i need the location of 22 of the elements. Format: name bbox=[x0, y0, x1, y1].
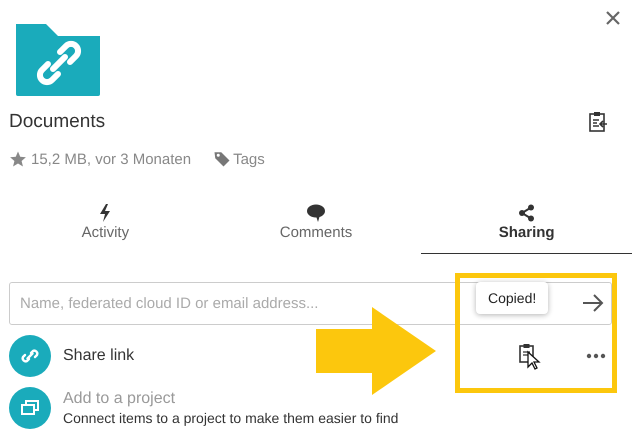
project-icon bbox=[9, 387, 51, 429]
tab[interactable]: Comments bbox=[210, 196, 422, 254]
tab[interactable]: Activity bbox=[0, 196, 211, 254]
clipboard-icon[interactable] bbox=[588, 111, 608, 133]
speech-bubble-icon bbox=[306, 204, 326, 222]
tag-icon[interactable] bbox=[213, 150, 232, 168]
link-icon bbox=[9, 335, 51, 377]
copied-tooltip: Copied! bbox=[476, 282, 548, 314]
close-icon[interactable] bbox=[606, 11, 620, 25]
file-meta: 15,2 MB, vor 3 Monaten bbox=[31, 150, 192, 168]
share-link-label: Share link bbox=[63, 347, 134, 365]
project-description: Connect items to a project to make them easier to find bbox=[63, 410, 398, 426]
share-icon bbox=[518, 204, 536, 222]
tab[interactable]: Sharing bbox=[421, 196, 632, 254]
folder-link-icon bbox=[14, 22, 102, 98]
clipboard-cursor-icon[interactable] bbox=[518, 342, 542, 370]
star-icon[interactable] bbox=[9, 150, 27, 168]
lightning-icon bbox=[98, 204, 112, 222]
more-icon[interactable] bbox=[586, 353, 606, 359]
arrow-right-icon[interactable] bbox=[582, 294, 604, 312]
file-name: Documents bbox=[9, 111, 106, 133]
tags-link[interactable]: Tags bbox=[233, 150, 265, 168]
